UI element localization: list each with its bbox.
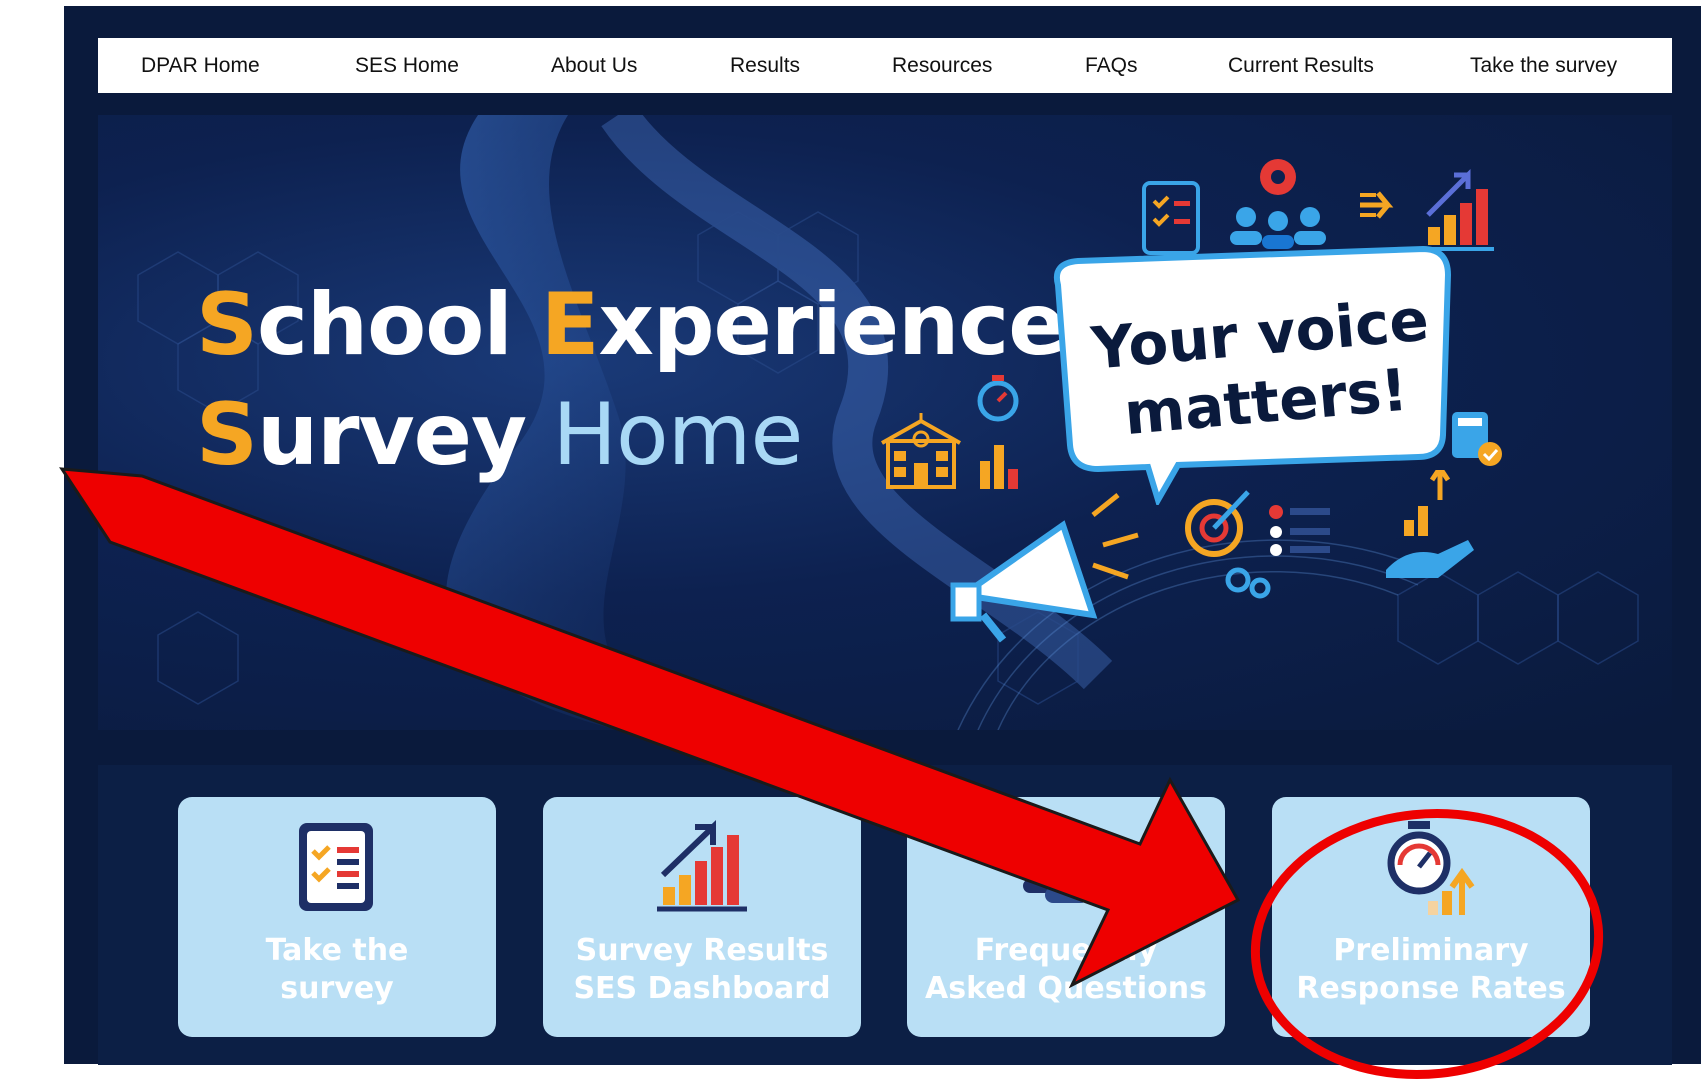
card-survey-results[interactable]: Survey Results SES Dashboard	[543, 797, 861, 1037]
card-faq[interactable]: Frequently Asked Questions	[907, 797, 1225, 1037]
stopwatch-chart-icon	[1387, 821, 1475, 915]
clipboard-checklist-icon	[299, 823, 373, 911]
nav-results[interactable]: Results	[730, 38, 800, 93]
megaphone-icon	[950, 493, 1139, 643]
nav-about-us[interactable]: About Us	[551, 38, 637, 93]
hero-title-line-1: School Experience	[196, 275, 1067, 375]
nav-take-the-survey[interactable]: Take the survey	[1470, 38, 1617, 93]
card-label: Preliminary Response Rates	[1296, 933, 1566, 1006]
card-label: Frequently Asked Questions	[925, 933, 1207, 1006]
hero-icon-cluster-bottom	[1185, 470, 1474, 599]
nav-ses-home[interactable]: SES Home	[355, 38, 459, 93]
people-group-icon	[1023, 853, 1089, 903]
school-building-icon	[881, 413, 961, 489]
growth-chart-icon	[657, 819, 747, 912]
nav-current-results[interactable]: Current Results	[1228, 38, 1374, 93]
card-take-the-survey[interactable]: Take the survey	[178, 797, 496, 1037]
nav-dpar-home[interactable]: DPAR Home	[141, 38, 260, 93]
card-label: Take the survey	[265, 933, 409, 1006]
stopwatch-bars-icon	[977, 375, 1019, 489]
clipboard-icon	[1142, 181, 1200, 255]
hero-banner: School Experience Survey Home Your voice…	[98, 115, 1672, 730]
card-label: Survey Results SES Dashboard	[573, 933, 831, 1006]
card-preliminary-response-rates[interactable]: Preliminary Response Rates	[1272, 797, 1590, 1037]
calculator-icon	[1452, 412, 1502, 466]
hero-title-line-2: Survey Home	[196, 385, 803, 485]
nav-resources[interactable]: Resources	[892, 38, 992, 93]
top-navbar: DPAR Home SES Home About Us Results Reso…	[98, 38, 1672, 93]
nav-faqs[interactable]: FAQs	[1085, 38, 1138, 93]
